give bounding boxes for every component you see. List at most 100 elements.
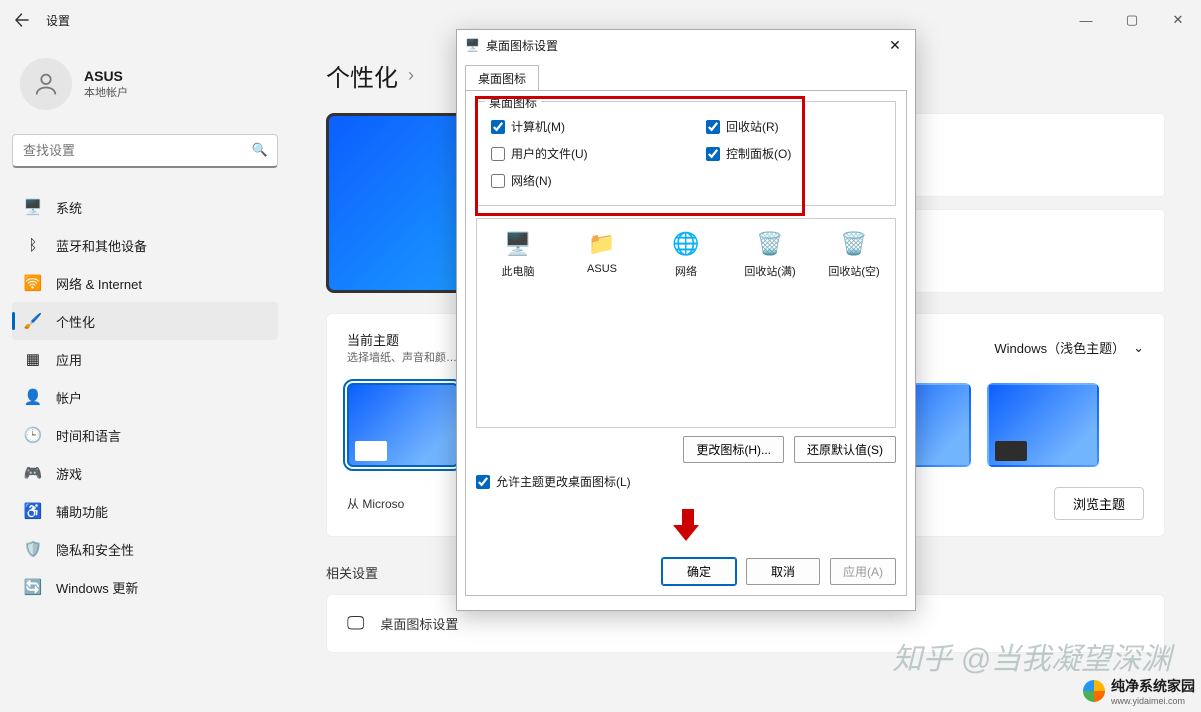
theme-dd-label: Windows（浅色主题） <box>994 338 1125 357</box>
dialog-title: 桌面图标设置 <box>486 37 558 54</box>
nav-label: 应用 <box>56 350 82 369</box>
nav-icon: 🔄 <box>24 578 42 596</box>
sidebar-item-3[interactable]: 🖌️ 个性化 <box>12 302 278 340</box>
checkbox[interactable] <box>706 120 720 134</box>
theme-thumb[interactable] <box>347 383 459 467</box>
icon-preview-item[interactable]: 📁 ASUS <box>575 229 629 417</box>
nav-icon: ♿ <box>24 502 42 520</box>
avatar <box>20 58 72 110</box>
preview-icon: 📁 <box>584 229 620 259</box>
nav-list: 🖥️ 系统 ᛒ蓝牙和其他设备 🛜 网络 & Internet 🖌️ 个性化 ▦ 应用 👤帐户 🕒 时间… <box>12 188 278 606</box>
dialog-icon: 🖥️ <box>465 38 480 52</box>
back-button[interactable] <box>6 4 38 36</box>
breadcrumb-root[interactable]: 个性化 <box>326 58 398 93</box>
nav-icon: 🖥️ <box>24 198 42 216</box>
theme-dropdown[interactable]: Windows（浅色主题） ⌄ <box>994 338 1144 357</box>
group-desktop-icons: 桌面图标 计算机(M) 回收站(R) 用户的文件(U) 控制面板(O) 网络(N… <box>476 101 896 206</box>
nav-icon: 🕒 <box>24 426 42 444</box>
sidebar: ASUS 本地帐户 🔍 🖥️ 系统 ᛒ蓝牙和其他设备 🛜 网络 & Internet 🖌️… <box>0 40 290 712</box>
user-sub: 本地帐户 <box>84 84 128 100</box>
theme-card-sub: 选择墙纸、声音和颜… <box>347 349 457 365</box>
icon-preview-list[interactable]: 🖥️ 此电脑 📁 ASUS 🌐网络 🗑️回收站(满) 🗑️ 回收站(空) <box>476 218 896 428</box>
window-title: 设置 <box>46 12 70 29</box>
close-button[interactable]: ✕ <box>1155 0 1201 40</box>
preview-icon: 🗑️ <box>836 229 872 259</box>
nav-label: 网络 & Internet <box>56 274 142 293</box>
nav-label: 游戏 <box>56 464 82 483</box>
change-icon-button[interactable]: 更改图标(H)... <box>683 436 784 463</box>
icon-preview-item[interactable]: 🖥️ 此电脑 <box>491 229 545 417</box>
tab-desktop-icons[interactable]: 桌面图标 <box>465 65 539 91</box>
related-item-label: 桌面图标设置 <box>380 614 458 633</box>
nav-label: 时间和语言 <box>56 426 121 445</box>
store-line: 从 Microso <box>347 495 404 512</box>
annotation-red-arrow <box>673 509 699 545</box>
nav-icon: ▦ <box>24 350 42 368</box>
preview-icon: 🖥️ <box>500 229 536 259</box>
icon-preview-item[interactable]: 🌐网络 <box>659 229 713 417</box>
sidebar-item-4[interactable]: ▦ 应用 <box>12 340 278 378</box>
maximize-button[interactable]: ▢ <box>1109 0 1155 40</box>
nav-icon: 🎮 <box>24 464 42 482</box>
nav-label: 隐私和安全性 <box>56 540 134 559</box>
search-input[interactable] <box>12 134 278 168</box>
sidebar-item-2[interactable]: 🛜 网络 & Internet <box>12 264 278 302</box>
icon-label: ASUS <box>587 263 617 275</box>
nav-icon: 🛜 <box>24 274 42 292</box>
restore-defaults-button[interactable]: 还原默认值(S) <box>794 436 896 463</box>
checkbox[interactable] <box>491 147 505 161</box>
ok-button[interactable]: 确定 <box>662 558 736 585</box>
chk-recycle[interactable]: 回收站(R) <box>706 118 881 135</box>
tab-strip: 桌面图标 <box>465 64 907 90</box>
cancel-button[interactable]: 取消 <box>746 558 820 585</box>
chevron-down-icon: ⌄ <box>1133 340 1144 356</box>
monitor-icon: 🖵 <box>347 613 364 634</box>
chk-computer[interactable]: 计算机(M) <box>491 118 666 135</box>
allow-themes-change-icons[interactable]: 允许主题更改桌面图标(L) <box>476 473 896 490</box>
chk-network[interactable]: 网络(N) <box>491 172 666 189</box>
checkbox[interactable] <box>706 147 720 161</box>
nav-label: 辅助功能 <box>56 502 108 521</box>
sidebar-item-9[interactable]: 🛡️隐私和安全性 <box>12 530 278 568</box>
watermark-zhihu: 知乎 @当我凝望深渊 <box>892 634 1171 678</box>
checkbox[interactable] <box>491 174 505 188</box>
nav-label: 蓝牙和其他设备 <box>56 236 147 255</box>
nav-label: Windows 更新 <box>56 578 138 597</box>
chk-userfiles[interactable]: 用户的文件(U) <box>491 145 666 162</box>
nav-icon: 🖌️ <box>24 312 42 330</box>
tab-body: 桌面图标 计算机(M) 回收站(R) 用户的文件(U) 控制面板(O) 网络(N… <box>465 90 907 596</box>
icon-label: 回收站(空) <box>828 263 879 279</box>
dialog-titlebar[interactable]: 🖥️ 桌面图标设置 ✕ <box>457 30 915 60</box>
checkbox[interactable] <box>476 475 490 489</box>
icon-label: 此电脑 <box>502 263 535 279</box>
sidebar-item-10[interactable]: 🔄 Windows 更新 <box>12 568 278 606</box>
sidebar-item-1[interactable]: ᛒ蓝牙和其他设备 <box>12 226 278 264</box>
sidebar-item-0[interactable]: 🖥️ 系统 <box>12 188 278 226</box>
person-icon <box>32 70 60 98</box>
checkbox[interactable] <box>491 120 505 134</box>
apply-button[interactable]: 应用(A) <box>830 558 896 585</box>
user-name: ASUS <box>84 68 128 84</box>
sidebar-item-8[interactable]: ♿ 辅助功能 <box>12 492 278 530</box>
theme-card-title: 当前主题 <box>347 330 457 349</box>
search-icon: 🔍 <box>252 142 268 158</box>
user-block[interactable]: ASUS 本地帐户 <box>12 40 278 134</box>
group-legend: 桌面图标 <box>485 94 541 111</box>
nav-label: 系统 <box>56 198 82 217</box>
icon-preview-item[interactable]: 🗑️ 回收站(空) <box>827 229 881 417</box>
nav-label: 个性化 <box>56 312 95 331</box>
chk-ctrlpanel[interactable]: 控制面板(O) <box>706 145 881 162</box>
minimize-button[interactable]: — <box>1063 0 1109 40</box>
arrow-left-icon <box>14 12 30 28</box>
theme-thumb[interactable] <box>987 383 1099 467</box>
icon-preview-item[interactable]: 🗑️回收站(满) <box>743 229 797 417</box>
dialog-close-button[interactable]: ✕ <box>883 37 907 54</box>
search-box[interactable]: 🔍 <box>12 134 278 168</box>
sidebar-item-7[interactable]: 🎮 游戏 <box>12 454 278 492</box>
nav-icon: 👤 <box>24 388 42 406</box>
desktop-icons-dialog: 🖥️ 桌面图标设置 ✕ 桌面图标 桌面图标 计算机(M) 回收站(R) 用户的文… <box>456 29 916 611</box>
sidebar-item-5[interactable]: 👤帐户 <box>12 378 278 416</box>
preview-icon: 🌐 <box>668 229 704 259</box>
browse-themes-button[interactable]: 浏览主题 <box>1054 487 1144 520</box>
sidebar-item-6[interactable]: 🕒 时间和语言 <box>12 416 278 454</box>
